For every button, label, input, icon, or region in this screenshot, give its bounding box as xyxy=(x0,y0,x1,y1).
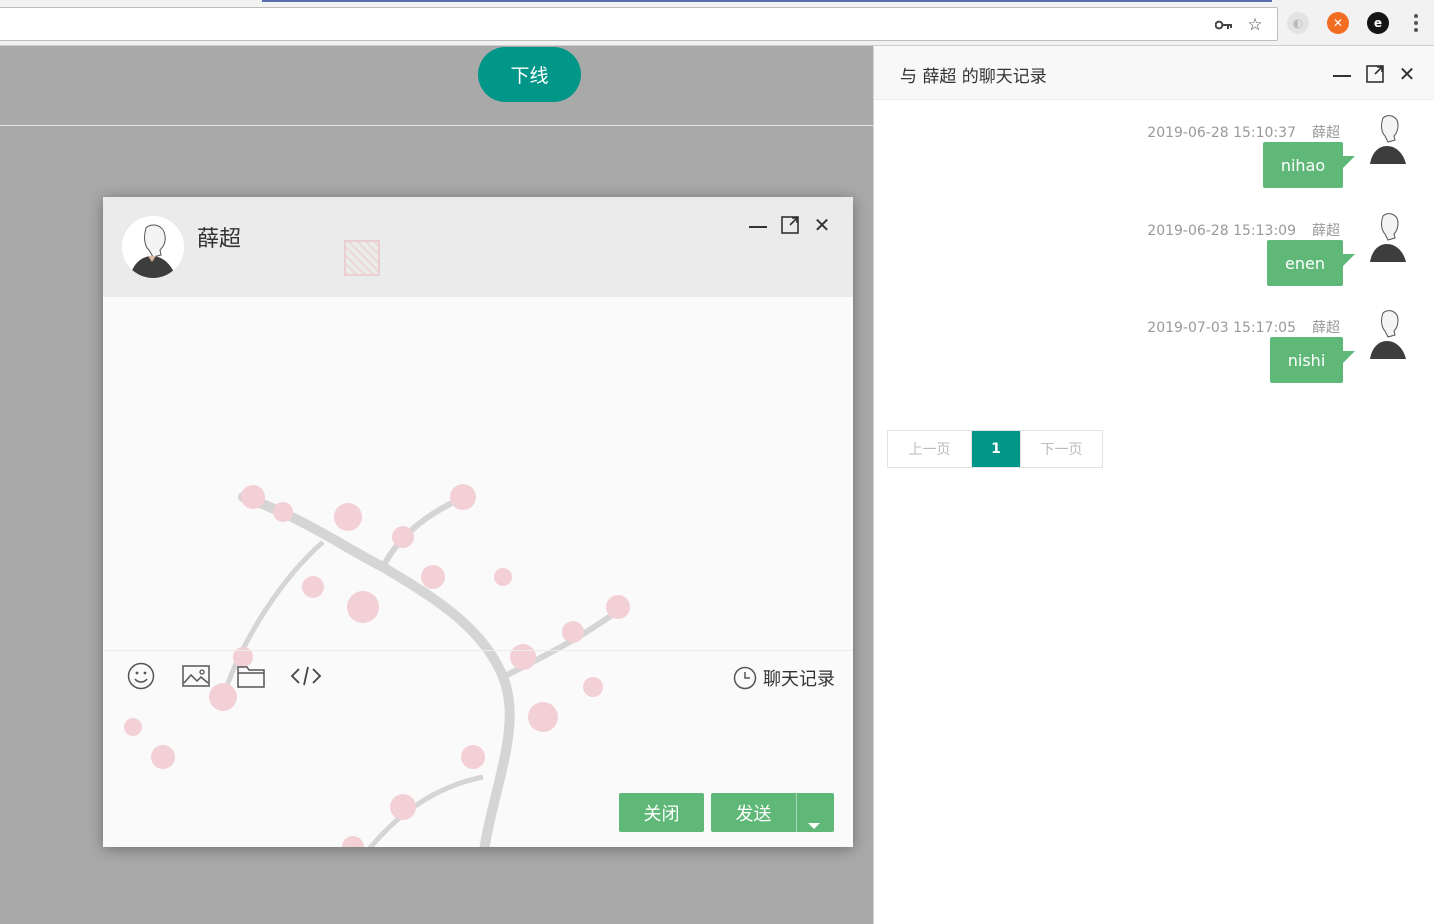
message-meta: 2019-07-03 15:17:05 薛超 xyxy=(1147,317,1340,337)
list-item: 2019-07-03 15:17:05 薛超 nishi xyxy=(874,310,1434,407)
key-icon[interactable] xyxy=(1209,8,1239,42)
maximize-icon[interactable] xyxy=(1364,63,1386,85)
chat-history-label: 聊天记录 xyxy=(763,669,835,690)
address-bar[interactable]: ☆ xyxy=(0,7,1278,41)
close-icon[interactable]: ✕ xyxy=(811,213,833,237)
folder-icon[interactable] xyxy=(235,661,267,691)
message-meta: 2019-06-28 15:10:37 薛超 xyxy=(1147,122,1340,142)
next-page-button[interactable]: 下一页 xyxy=(1020,431,1102,467)
browser-toolbar: ☆ ◐ ✕ e xyxy=(0,0,1434,46)
message-bubble: nishi xyxy=(1270,337,1355,383)
chat-toolbar: 聊天记录 xyxy=(103,650,853,700)
page-number-current[interactable]: 1 xyxy=(972,431,1020,467)
code-icon[interactable] xyxy=(290,661,322,691)
emoji-icon[interactable] xyxy=(125,661,157,691)
avatar[interactable] xyxy=(122,216,184,278)
message-time: 2019-06-28 15:10:37 xyxy=(1147,125,1296,141)
message-sender: 薛超 xyxy=(1312,223,1340,239)
list-item: 2019-06-28 15:13:09 薛超 enen xyxy=(874,213,1434,310)
extension-orange-icon[interactable]: ✕ xyxy=(1327,12,1349,34)
page-header xyxy=(0,46,873,126)
message-time: 2019-07-03 15:17:05 xyxy=(1147,320,1296,336)
history-header: 与 薛超 的聊天记录 ✕ xyxy=(874,46,1434,100)
message-sender: 薛超 xyxy=(1312,125,1340,141)
minimize-icon[interactable] xyxy=(747,214,769,236)
tab-indicator xyxy=(262,0,1272,2)
contact-name: 薛超 xyxy=(197,227,242,252)
send-button[interactable]: 发送 xyxy=(711,793,834,832)
minimize-icon[interactable] xyxy=(1331,63,1353,85)
avatar[interactable] xyxy=(1368,112,1410,164)
send-divider xyxy=(796,793,797,832)
offline-button[interactable]: 下线 xyxy=(478,47,581,102)
message-area[interactable] xyxy=(103,297,853,847)
star-icon[interactable]: ☆ xyxy=(1240,8,1270,42)
extension-black-icon[interactable]: e xyxy=(1367,12,1389,34)
message-meta: 2019-06-28 15:13:09 薛超 xyxy=(1147,220,1340,240)
avatar[interactable] xyxy=(1368,307,1410,359)
seal-stamp-icon xyxy=(344,240,380,276)
list-item: 2019-06-28 15:10:37 薛超 nihao xyxy=(874,115,1434,212)
clock-icon xyxy=(733,666,757,690)
chat-history-link[interactable]: 聊天记录 xyxy=(733,663,835,693)
send-label: 发送 xyxy=(735,803,772,825)
history-title: 与 薛超 的聊天记录 xyxy=(900,67,1047,87)
extension-icon[interactable]: ◐ xyxy=(1287,12,1309,34)
prev-page-button[interactable]: 上一页 xyxy=(888,431,972,467)
maximize-icon[interactable] xyxy=(779,214,801,236)
send-options-chevron-down-icon[interactable] xyxy=(808,823,820,829)
browser-menu-icon[interactable] xyxy=(1406,10,1426,36)
chat-window: 薛超 ✕ 聊天记录 关闭 发送 xyxy=(103,197,853,847)
avatar[interactable] xyxy=(1368,210,1410,262)
message-time: 2019-06-28 15:13:09 xyxy=(1147,223,1296,239)
close-button[interactable]: 关闭 xyxy=(619,793,704,832)
chat-history-panel: 与 薛超 的聊天记录 ✕ 2019-06-28 15:10:37 薛超 nihao… xyxy=(873,46,1434,924)
chat-header: 薛超 ✕ xyxy=(103,197,853,297)
pagination: 上一页 1 下一页 xyxy=(887,430,1103,468)
message-bubble: nihao xyxy=(1263,142,1355,188)
image-icon[interactable] xyxy=(180,661,212,691)
message-sender: 薛超 xyxy=(1312,320,1340,336)
close-icon[interactable]: ✕ xyxy=(1396,62,1418,86)
message-bubble: enen xyxy=(1267,240,1355,286)
